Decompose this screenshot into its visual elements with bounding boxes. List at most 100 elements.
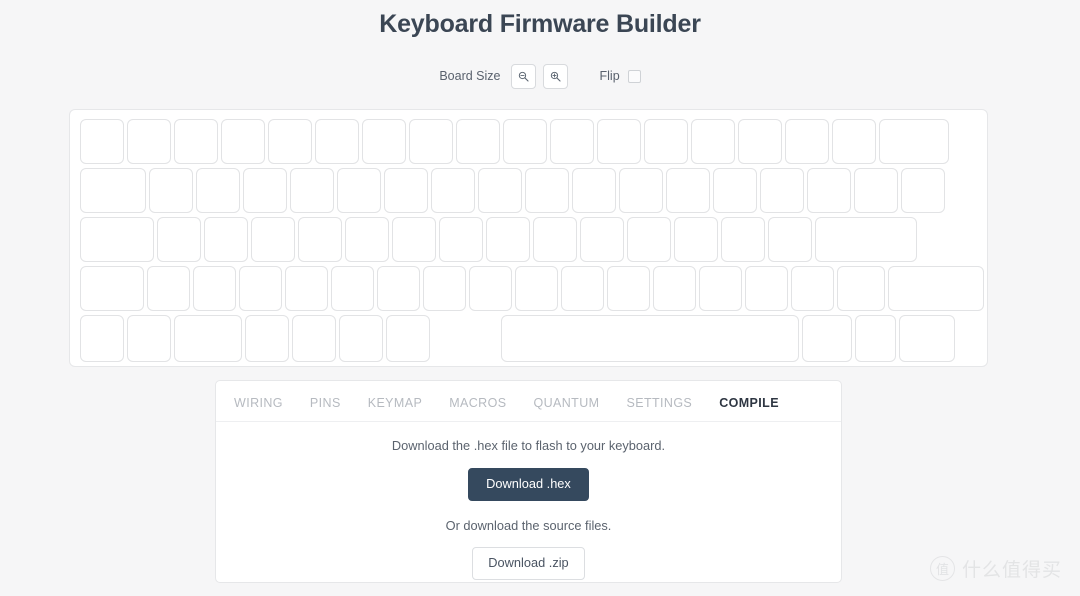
tab-compile[interactable]: COMPILE xyxy=(719,396,779,410)
app-root: Keyboard Firmware Builder Board Size Fli… xyxy=(0,0,1080,596)
keyboard-key[interactable] xyxy=(345,217,389,262)
keyboard-key[interactable] xyxy=(423,266,467,311)
keyboard-key[interactable] xyxy=(392,217,436,262)
keyboard-key[interactable] xyxy=(174,315,242,362)
keyboard-key[interactable] xyxy=(127,315,171,362)
keyboard-key[interactable] xyxy=(832,119,876,164)
keyboard-key[interactable] xyxy=(268,119,312,164)
keyboard-key[interactable] xyxy=(666,168,710,213)
keyboard-key[interactable] xyxy=(790,266,834,311)
tab-settings[interactable]: SETTINGS xyxy=(626,396,692,410)
keyboard-key[interactable] xyxy=(245,315,289,362)
keyboard-key[interactable] xyxy=(674,217,718,262)
keyboard-key[interactable] xyxy=(652,266,696,311)
keyboard-key[interactable] xyxy=(572,168,616,213)
keyboard-key[interactable] xyxy=(768,217,812,262)
keyboard-key[interactable] xyxy=(80,217,154,262)
keyboard-key[interactable] xyxy=(550,119,594,164)
keyboard-key[interactable] xyxy=(486,217,530,262)
keyboard-key[interactable] xyxy=(196,168,240,213)
keyboard-key[interactable] xyxy=(580,217,624,262)
tab-wiring[interactable]: WIRING xyxy=(234,396,283,410)
keyboard-key[interactable] xyxy=(80,266,145,311)
zoom-out-button[interactable] xyxy=(510,63,536,89)
keyboard-key[interactable] xyxy=(901,168,945,213)
keyboard-key[interactable] xyxy=(239,266,283,311)
keyboard-key[interactable] xyxy=(606,266,650,311)
keyboard-key[interactable] xyxy=(888,266,985,311)
keyboard-key[interactable] xyxy=(785,119,829,164)
keyboard-key[interactable] xyxy=(147,266,191,311)
keyboard-key[interactable] xyxy=(525,168,569,213)
keyboard-key[interactable] xyxy=(337,168,381,213)
keyboard-key[interactable] xyxy=(362,119,406,164)
keyboard-key[interactable] xyxy=(384,168,428,213)
keyboard-key[interactable] xyxy=(193,266,237,311)
download-hex-button[interactable]: Download .hex xyxy=(468,468,589,501)
keyboard-key[interactable] xyxy=(619,168,663,213)
keyboard-key[interactable] xyxy=(298,217,342,262)
keyboard-key[interactable] xyxy=(836,266,886,311)
keyboard-key[interactable] xyxy=(469,266,513,311)
keyboard-key[interactable] xyxy=(713,168,757,213)
keyboard-key[interactable] xyxy=(80,315,124,362)
tab-macros[interactable]: MACROS xyxy=(449,396,506,410)
keyboard-row-shift-row xyxy=(80,266,987,313)
keyboard-key[interactable] xyxy=(597,119,641,164)
keyboard-key[interactable] xyxy=(855,315,896,362)
keyboard-key[interactable] xyxy=(80,168,146,213)
keyboard-key[interactable] xyxy=(339,315,383,362)
keyboard-key[interactable] xyxy=(149,168,193,213)
keyboard-key[interactable] xyxy=(478,168,522,213)
keyboard-key[interactable] xyxy=(315,119,359,164)
page-title: Keyboard Firmware Builder xyxy=(379,10,701,38)
keyboard-key[interactable] xyxy=(292,315,336,362)
keyboard-key[interactable] xyxy=(815,217,917,262)
keyboard-key[interactable] xyxy=(627,217,671,262)
tab-quantum[interactable]: QUANTUM xyxy=(533,396,599,410)
keyboard-key[interactable] xyxy=(744,266,788,311)
keyboard-key[interactable] xyxy=(285,266,329,311)
keyboard-key[interactable] xyxy=(439,217,483,262)
zoom-in-button[interactable] xyxy=(542,63,568,89)
keyboard-key[interactable] xyxy=(879,119,949,164)
tab-pins[interactable]: PINS xyxy=(310,396,341,410)
keyboard-key[interactable] xyxy=(501,315,799,362)
keyboard-key[interactable] xyxy=(560,266,604,311)
keyboard-key[interactable] xyxy=(503,119,547,164)
keyboard-key[interactable] xyxy=(204,217,248,262)
watermark-text: 什么值得买 xyxy=(961,559,1062,581)
keyboard-key[interactable] xyxy=(721,217,765,262)
keyboard-key[interactable] xyxy=(899,315,955,362)
keyboard-key[interactable] xyxy=(386,315,430,362)
keyboard-key[interactable] xyxy=(644,119,688,164)
keyboard-key[interactable] xyxy=(691,119,735,164)
search-minus-icon xyxy=(518,71,529,82)
keyboard-key[interactable] xyxy=(738,119,782,164)
keyboard-key[interactable] xyxy=(290,168,334,213)
keyboard-key[interactable] xyxy=(221,119,265,164)
keyboard-key[interactable] xyxy=(431,168,475,213)
keyboard-key[interactable] xyxy=(251,217,295,262)
keyboard-key[interactable] xyxy=(331,266,375,311)
keyboard-key[interactable] xyxy=(456,119,500,164)
keyboard-key[interactable] xyxy=(807,168,851,213)
download-zip-button[interactable]: Download .zip xyxy=(472,547,585,580)
keyboard-key[interactable] xyxy=(127,119,171,164)
flip-checkbox[interactable] xyxy=(627,69,641,83)
keyboard-key[interactable] xyxy=(760,168,804,213)
tab-keymap[interactable]: KEYMAP xyxy=(368,396,423,410)
keyboard-key[interactable] xyxy=(174,119,218,164)
keyboard-key[interactable] xyxy=(515,266,558,311)
keyboard-key[interactable] xyxy=(157,217,201,262)
keyboard-key[interactable] xyxy=(80,119,124,164)
keyboard-key[interactable] xyxy=(377,266,421,311)
keyboard-key[interactable] xyxy=(533,217,577,262)
keyboard-key[interactable] xyxy=(243,168,287,213)
zip-description: Or download the source files. xyxy=(445,518,612,533)
keyboard-key[interactable] xyxy=(802,315,852,362)
keyboard-key[interactable] xyxy=(409,119,453,164)
keyboard-key[interactable] xyxy=(698,266,742,311)
keyboard-key[interactable] xyxy=(854,168,898,213)
